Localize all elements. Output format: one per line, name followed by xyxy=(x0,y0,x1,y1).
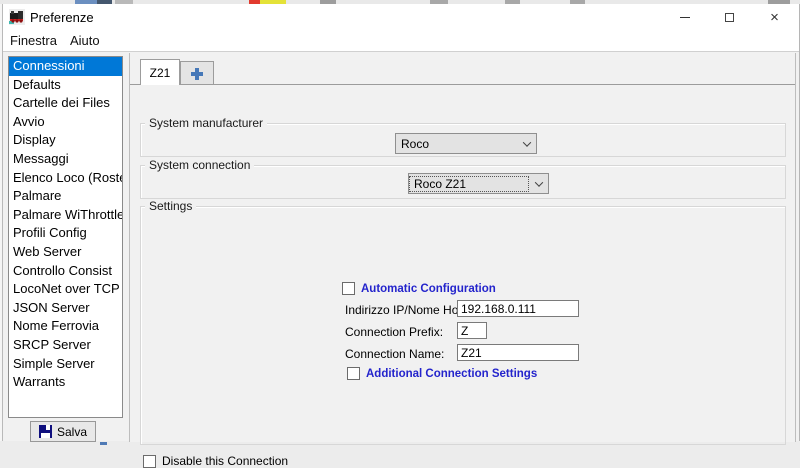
save-button-label: Salva xyxy=(57,425,87,439)
sidebar-item-simple-server[interactable]: Simple Server xyxy=(9,355,122,374)
connection-name-input[interactable] xyxy=(457,344,579,361)
disable-connection-row: Disable this Connection xyxy=(143,454,288,468)
sidebar-item-display[interactable]: Display xyxy=(9,131,122,150)
preferences-window: Preferenze × Finestra Aiuto Connessioni … xyxy=(3,4,800,441)
window-body: Connessioni Defaults Cartelle dei Files … xyxy=(3,53,799,441)
menu-aiuto[interactable]: Aiuto xyxy=(64,31,106,50)
disable-connection-label: Disable this Connection xyxy=(162,454,288,468)
chevron-down-icon xyxy=(517,134,536,153)
connection-prefix-label: Connection Prefix: xyxy=(345,325,443,339)
connection-panel: Z21 System manufacturer Roco System conn… xyxy=(129,53,796,442)
connection-dropdown[interactable]: Roco Z21 xyxy=(408,173,549,194)
close-icon: × xyxy=(770,10,779,25)
chevron-down-icon xyxy=(529,174,548,193)
sidebar-item-srcp-server[interactable]: SRCP Server xyxy=(9,336,122,355)
sidebar-item-json-server[interactable]: JSON Server xyxy=(9,299,122,318)
sidebar-item-warrants[interactable]: Warrants xyxy=(9,373,122,392)
sidebar-item-web-server[interactable]: Web Server xyxy=(9,243,122,262)
ip-host-input[interactable] xyxy=(457,300,579,317)
sidebar-item-controllo-consist[interactable]: Controllo Consist xyxy=(9,262,122,281)
automatic-configuration-checkbox[interactable] xyxy=(342,282,355,295)
connection-dropdown-value: Roco Z21 xyxy=(409,176,529,192)
automatic-configuration-row: Automatic Configuration xyxy=(342,282,496,295)
additional-settings-row: Additional Connection Settings xyxy=(347,367,537,380)
close-button[interactable]: × xyxy=(752,4,797,30)
tab-z21-label: Z21 xyxy=(150,66,171,80)
sidebar-item-profili-config[interactable]: Profili Config xyxy=(9,224,122,243)
sidebar-item-connessioni[interactable]: Connessioni xyxy=(9,57,122,76)
tab-panel-border xyxy=(130,84,795,85)
add-tab-plus-icon xyxy=(191,68,203,80)
screenshot-root: Preferenze × Finestra Aiuto Connessioni … xyxy=(0,0,800,445)
settings-title: Settings xyxy=(145,199,196,213)
tab-z21[interactable]: Z21 xyxy=(140,59,180,85)
sidebar-item-cartelle-dei-files[interactable]: Cartelle dei Files xyxy=(9,94,122,113)
minimize-button[interactable] xyxy=(662,4,707,30)
additional-settings-label: Additional Connection Settings xyxy=(366,368,537,380)
title-bar[interactable]: Preferenze × xyxy=(3,4,799,30)
manufacturer-dropdown-value: Roco xyxy=(396,136,517,152)
ip-host-label: Indirizzo IP/Nome Host: xyxy=(345,303,471,317)
sidebar-item-avvio[interactable]: Avvio xyxy=(9,113,122,132)
sidebar-item-nome-ferrovia[interactable]: Nome Ferrovia xyxy=(9,317,122,336)
sidebar-item-palmare-withrottle[interactable]: Palmare WiThrottle xyxy=(9,206,122,225)
connection-prefix-input[interactable] xyxy=(457,322,487,339)
tab-content: System manufacturer Roco System connecti… xyxy=(130,85,795,442)
manufacturer-dropdown[interactable]: Roco xyxy=(395,133,537,154)
preferences-category-list[interactable]: Connessioni Defaults Cartelle dei Files … xyxy=(8,56,123,418)
system-manufacturer-title: System manufacturer xyxy=(145,116,267,130)
system-connection-title: System connection xyxy=(145,158,254,172)
sidebar-item-elenco-loco[interactable]: Elenco Loco (Roster) xyxy=(9,169,122,188)
maximize-icon xyxy=(725,13,734,22)
window-title: Preferenze xyxy=(30,10,94,25)
connection-name-label: Connection Name: xyxy=(345,347,444,361)
sidebar-item-loconet-over-tcp[interactable]: LocoNet over TCP Server xyxy=(9,280,122,299)
save-floppy-icon xyxy=(39,425,52,438)
minimize-icon xyxy=(680,17,690,18)
automatic-configuration-label: Automatic Configuration xyxy=(361,283,496,295)
maximize-button[interactable] xyxy=(707,4,752,30)
menu-bar: Finestra Aiuto xyxy=(3,30,799,52)
sidebar-item-messaggi[interactable]: Messaggi xyxy=(9,150,122,169)
sidebar-item-defaults[interactable]: Defaults xyxy=(9,76,122,95)
menu-finestra[interactable]: Finestra xyxy=(4,31,63,50)
additional-settings-checkbox[interactable] xyxy=(347,367,360,380)
add-connection-tab[interactable] xyxy=(180,61,214,85)
save-button[interactable]: Salva xyxy=(30,421,96,442)
sidebar-item-palmare[interactable]: Palmare xyxy=(9,187,122,206)
app-train-icon xyxy=(9,9,25,25)
disable-connection-checkbox[interactable] xyxy=(143,455,156,468)
